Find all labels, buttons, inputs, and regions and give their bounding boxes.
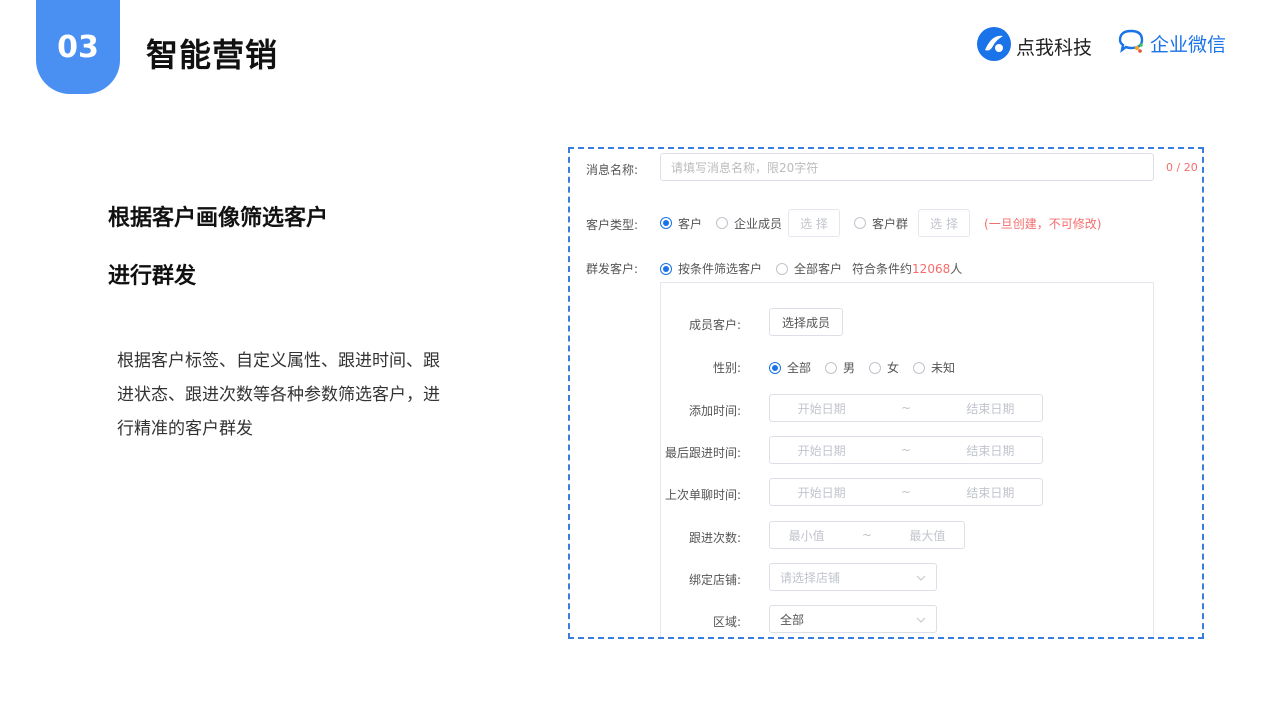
- headline-line-1: 根据客户画像筛选客户: [108, 206, 329, 231]
- max-placeholder: 最大值: [909, 528, 946, 543]
- start-date-placeholder: 开始日期: [797, 443, 846, 458]
- end-date-placeholder: 结束日期: [966, 401, 1015, 416]
- gender-group: 全部 男 女 未知: [769, 359, 969, 376]
- start-date-placeholder: 开始日期: [797, 401, 846, 416]
- choose-member-button[interactable]: 选择成员: [769, 308, 843, 336]
- customer-type-label: 客户类型:: [586, 218, 639, 232]
- store-placeholder: 请选择店铺: [780, 570, 841, 585]
- radio-dot-icon: [660, 262, 672, 275]
- send-customer-group: 按条件筛选客户 全部客户 符合条件约12068人: [660, 260, 962, 277]
- radio-label: 客户群: [872, 216, 909, 231]
- radio-dot-icon: [716, 217, 729, 229]
- last-chat-label: 上次单聊时间:: [664, 488, 741, 502]
- radio-label: 按条件筛选客户: [678, 262, 763, 276]
- select-member-button[interactable]: 选 择: [788, 209, 841, 237]
- follow-count-label: 跟进次数:: [688, 531, 741, 545]
- radio-dot-icon: [913, 361, 926, 374]
- radio-dot-icon: [660, 217, 672, 229]
- radio-label: 男: [843, 361, 856, 375]
- chevron-down-icon: [916, 570, 926, 584]
- radio-dot-icon: [825, 361, 838, 374]
- radio-customer-group[interactable]: 客户群: [854, 215, 908, 232]
- match-suffix: 人: [950, 262, 963, 276]
- last-follow-label: 最后跟进时间:: [664, 446, 741, 460]
- gender-label: 性别:: [712, 361, 741, 375]
- radio-label: 全部客户: [794, 262, 843, 276]
- region-value: 全部: [780, 612, 805, 627]
- add-time-label: 添加时间:: [688, 404, 741, 418]
- chevron-down-icon: [916, 612, 926, 626]
- last-chat-range[interactable]: 开始日期 ~ 结束日期: [769, 478, 1043, 506]
- select-group-button[interactable]: 选 择: [918, 209, 971, 237]
- section-number: 03: [57, 29, 99, 65]
- range-separator: ~: [900, 485, 912, 499]
- radio-label: 全部: [787, 361, 812, 375]
- section-number-badge: 03: [36, 0, 120, 94]
- min-placeholder: 最小值: [788, 528, 825, 543]
- radio-gender-all[interactable]: 全部: [769, 359, 811, 376]
- radio-label: 女: [887, 361, 900, 375]
- match-prefix: 符合条件约: [852, 262, 913, 276]
- radio-all-customers[interactable]: 全部客户: [776, 260, 842, 277]
- brand-wecom: 企业微信: [1116, 26, 1226, 60]
- msg-name-label: 消息名称:: [586, 163, 639, 177]
- add-time-range[interactable]: 开始日期 ~ 结束日期: [769, 394, 1043, 422]
- msg-name-input[interactable]: 请填写消息名称，限20字符: [660, 153, 1154, 181]
- brand-dianwo: 点我科技: [976, 26, 1092, 66]
- radio-gender-unknown[interactable]: 未知: [913, 359, 955, 376]
- brand-wecom-text: 企业微信: [1150, 33, 1227, 56]
- radio-dot-icon: [869, 361, 882, 374]
- page-title: 智能营销: [146, 36, 279, 74]
- brand-dianwo-text: 点我科技: [1016, 36, 1093, 59]
- follow-count-range[interactable]: 最小值 ~ 最大值: [769, 521, 965, 549]
- store-label: 绑定店铺:: [688, 573, 741, 587]
- last-follow-range[interactable]: 开始日期 ~ 结束日期: [769, 436, 1043, 464]
- region-label: 区域:: [712, 615, 741, 629]
- range-separator: ~: [900, 401, 912, 415]
- start-date-placeholder: 开始日期: [797, 485, 846, 500]
- member-label: 成员客户:: [688, 318, 741, 332]
- store-select[interactable]: 请选择店铺: [769, 563, 937, 591]
- radio-filter-customers[interactable]: 按条件筛选客户: [660, 260, 762, 277]
- radio-label: 未知: [931, 361, 956, 375]
- radio-customer[interactable]: 客户: [660, 215, 702, 232]
- form-screenshot-panel: 消息名称: 请填写消息名称，限20字符 0 / 20 客户类型: 客户 企业成员…: [568, 147, 1204, 639]
- dianwo-logo-icon: [976, 26, 1012, 66]
- msg-name-counter: 0 / 20: [1166, 161, 1198, 174]
- msg-name-placeholder: 请填写消息名称，限20字符: [671, 160, 819, 175]
- radio-dot-icon: [776, 262, 789, 275]
- end-date-placeholder: 结束日期: [966, 485, 1015, 500]
- wecom-logo-icon: [1116, 26, 1146, 60]
- end-date-placeholder: 结束日期: [966, 443, 1015, 458]
- radio-gender-female[interactable]: 女: [869, 359, 899, 376]
- send-customer-label: 群发客户:: [586, 262, 639, 276]
- radio-enterprise-member[interactable]: 企业成员: [716, 215, 782, 232]
- radio-label: 客户: [678, 216, 703, 231]
- customer-type-group: 客户 企业成员 选 择 客户群 选 择 (一旦创建，不可修改): [660, 209, 1101, 237]
- filter-box: 成员客户: 选择成员 性别: 全部 男 女 未知 添加时间: 开始日期 ~ 结束…: [660, 282, 1154, 637]
- match-count-text: 符合条件约12068人: [852, 260, 962, 277]
- match-count: 12068: [912, 262, 951, 276]
- headline-line-2: 进行群发: [108, 264, 197, 289]
- region-select[interactable]: 全部: [769, 605, 937, 633]
- feature-description: 根据客户标签、自定义属性、跟进时间、跟进状态、跟进次数等各种参数筛选客户，进行精…: [117, 351, 440, 439]
- radio-gender-male[interactable]: 男: [825, 359, 855, 376]
- radio-dot-icon: [769, 361, 781, 374]
- radio-label: 企业成员: [734, 216, 783, 231]
- range-separator: ~: [861, 528, 873, 542]
- radio-dot-icon: [854, 217, 867, 229]
- range-separator: ~: [900, 443, 912, 457]
- customer-type-note: (一旦创建，不可修改): [984, 216, 1102, 231]
